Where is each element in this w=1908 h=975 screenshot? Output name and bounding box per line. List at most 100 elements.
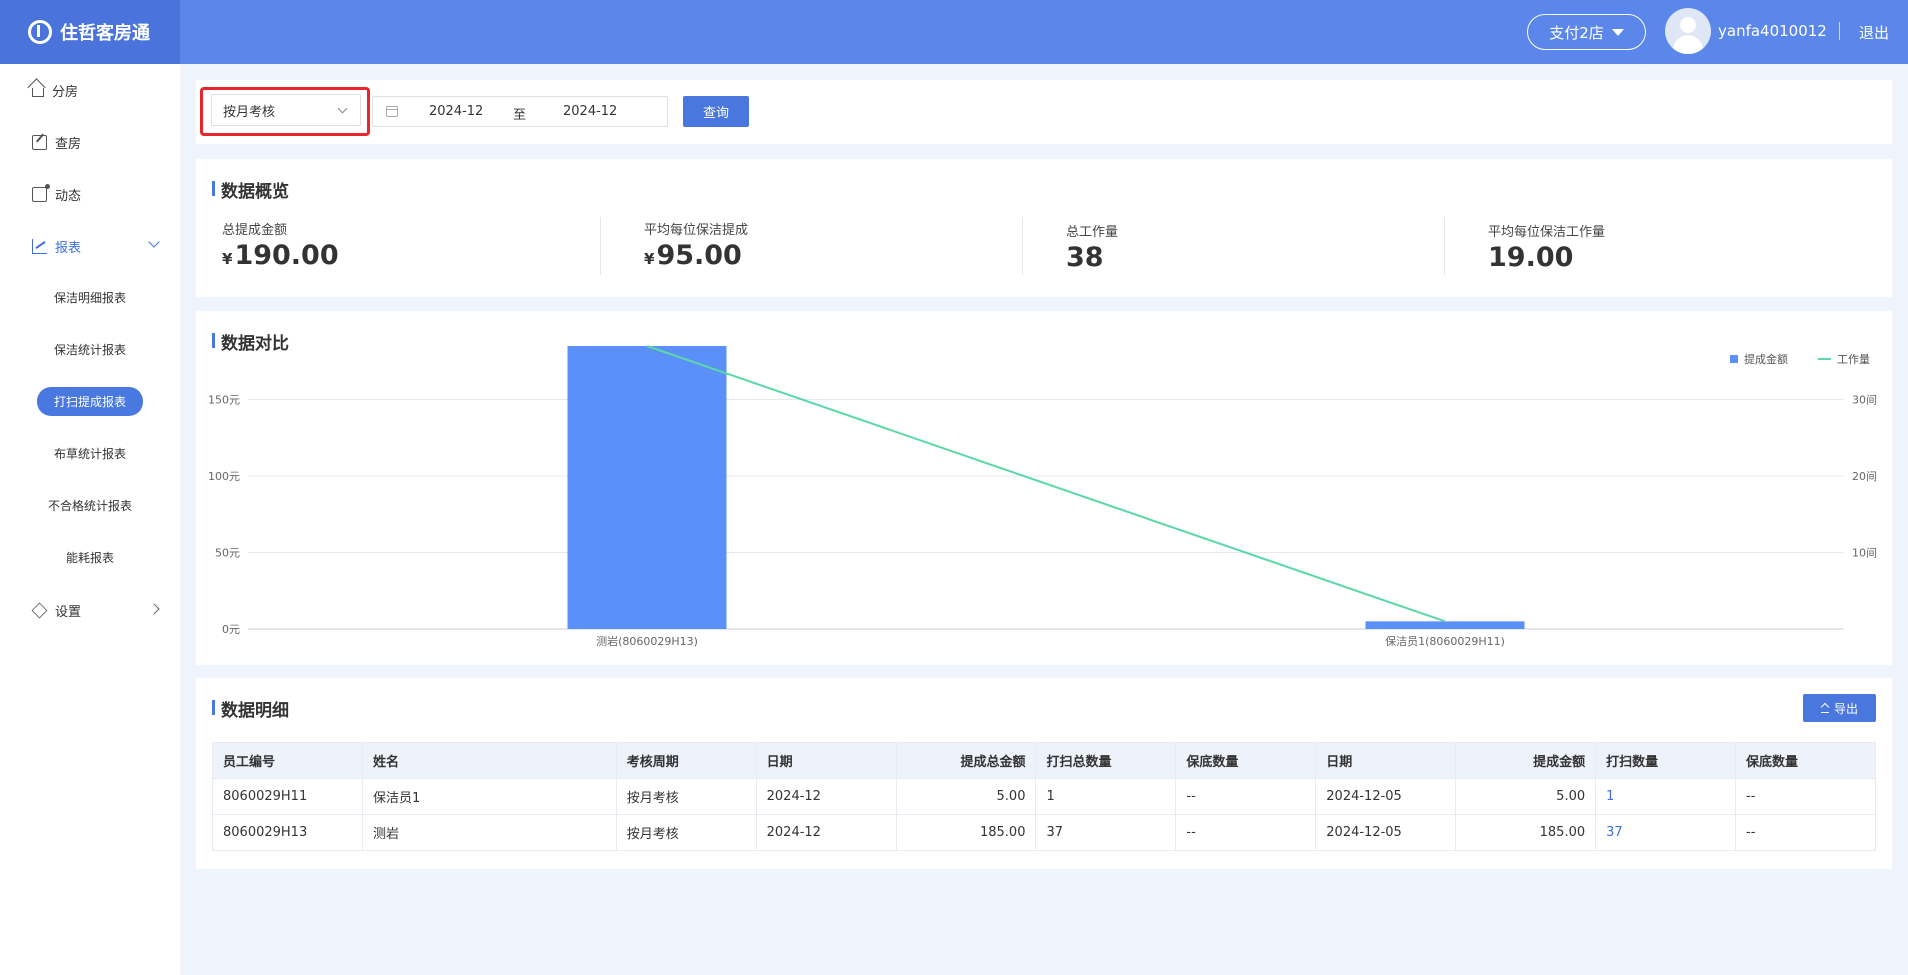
store-selector[interactable]: 支付2店 xyxy=(1527,14,1646,50)
y-left-tick-label: 100元 xyxy=(208,470,240,483)
chart-icon xyxy=(32,238,47,254)
y-right-tick-label: 30间 xyxy=(1852,394,1877,407)
sidebar-item-room-assign[interactable]: 分房 xyxy=(0,70,180,110)
column-header: 保底数量 xyxy=(1735,742,1876,779)
table-cell: -- xyxy=(1175,778,1317,815)
sidebar-subitem-label: 保洁统计报表 xyxy=(53,342,126,357)
sidebar-subitem-cleaning-detail[interactable]: 保洁明细报表 xyxy=(0,283,180,311)
table-cell: 5.00 xyxy=(895,778,1037,815)
date-to[interactable]: 2024-12 xyxy=(563,104,617,119)
table-cell: 按月考核 xyxy=(615,778,757,815)
home-icon xyxy=(32,88,44,97)
table-cell: 测岩 xyxy=(361,814,617,851)
cleaning-count-link[interactable]: 37 xyxy=(1595,814,1737,851)
stat-number: 190.00 xyxy=(234,240,339,271)
logout-link[interactable]: 退出 xyxy=(1859,22,1889,43)
sidebar-item-label: 分房 xyxy=(52,84,79,100)
column-header: 打扫数量 xyxy=(1595,742,1737,779)
table-row: 8060029H11 保洁员1 按月考核 2024-12 5.00 1 -- 2… xyxy=(212,778,1876,815)
column-header: 姓名 xyxy=(361,742,617,779)
chevron-right-icon xyxy=(148,603,160,615)
table-cell: 185.00 xyxy=(1455,814,1597,851)
table-cell: 8060029H13 xyxy=(212,814,363,851)
username[interactable]: yanfa4010012 xyxy=(1718,22,1827,40)
column-header: 提成总金额 xyxy=(895,742,1037,779)
sidebar-item-label: 动态 xyxy=(55,188,82,204)
export-button[interactable]: 导出 xyxy=(1803,694,1876,722)
sidebar-item-settings[interactable]: 设置 xyxy=(0,590,180,630)
y-right-tick-label: 10间 xyxy=(1852,547,1877,560)
sidebar-subitem-energy[interactable]: 能耗报表 xyxy=(0,543,180,571)
avatar[interactable] xyxy=(1665,8,1711,54)
workload-line xyxy=(646,345,1446,623)
column-header: 日期 xyxy=(1315,742,1457,779)
legend-swatch-bar xyxy=(1730,355,1738,363)
date-range-picker[interactable]: 2024-12 至 2024-12 xyxy=(372,96,668,127)
legend-label: 提成金额 xyxy=(1744,352,1788,366)
stat-number: 95.00 xyxy=(656,240,742,271)
sidebar-item-room-check[interactable]: 查房 xyxy=(0,122,180,162)
comparison-chart: 0元 50元 100元 150元 10间 20间 30间测岩(8060029H13) 保洁员1… xyxy=(208,345,1877,648)
sidebar-subitem-label: 能耗报表 xyxy=(65,550,114,565)
sidebar-subitem-label: 不合格统计报表 xyxy=(47,498,132,513)
sidebar-subitem-unqualified-stats[interactable]: 不合格统计报表 xyxy=(0,491,180,519)
chevron-down-icon xyxy=(148,236,160,248)
edit-icon xyxy=(32,134,47,150)
table-cell: 1 xyxy=(1035,778,1177,815)
y-left-tick-label: 0元 xyxy=(222,623,240,636)
sidebar-subitem-cleaning-stats[interactable]: 保洁统计报表 xyxy=(0,335,180,363)
sidebar-item-label: 报表 xyxy=(55,240,82,256)
stat-value: 38 xyxy=(1066,242,1104,273)
detail-table: 员工编号 姓名 考核周期 日期 提成总金额 打扫总数量 保底数量 日期 提成金额… xyxy=(212,742,1876,851)
y-left-tick-label: 150元 xyxy=(208,394,240,407)
upload-icon xyxy=(1820,704,1829,713)
y-left-tick-label: 50元 xyxy=(215,547,240,560)
table-cell: 2024-12-05 xyxy=(1315,778,1457,815)
sidebar-item-label: 查房 xyxy=(55,136,82,152)
sidebar-item-reports[interactable]: 报表 xyxy=(0,226,180,266)
table-cell: 2024-12 xyxy=(755,778,897,815)
stat-value: 19.00 xyxy=(1488,242,1574,273)
detail-panel: 数据明细 导出 员工编号 姓名 考核周期 日期 提成总金额 打扫总数量 保底数量… xyxy=(196,678,1892,869)
sidebar-item-activity[interactable]: 动态 xyxy=(0,174,180,214)
cleaning-count-link[interactable]: 1 xyxy=(1595,778,1737,815)
brand-name: 住哲客房通 xyxy=(60,23,150,44)
stat-label: 总提成金额 xyxy=(222,223,288,238)
sidebar-subitem-label: 打扫提成报表 xyxy=(36,386,143,416)
sidebar-subitem-linen-stats[interactable]: 布草统计报表 xyxy=(0,439,180,467)
table-cell: 185.00 xyxy=(895,814,1037,851)
date-from[interactable]: 2024-12 xyxy=(429,104,483,119)
divider xyxy=(600,217,601,275)
column-header: 考核周期 xyxy=(615,742,757,779)
x-tick-label: 保洁员1(8060029H11) xyxy=(1385,634,1505,648)
query-button[interactable]: 查询 xyxy=(683,96,749,127)
divider xyxy=(1022,217,1023,275)
table-cell: 保洁员1 xyxy=(361,778,617,815)
table-cell: 37 xyxy=(1035,814,1177,851)
top-header: 住哲客房通 支付2店 yanfa4010012 退出 xyxy=(0,0,1908,64)
column-header: 提成金额 xyxy=(1455,742,1597,779)
table-cell: 按月考核 xyxy=(615,814,757,851)
column-header: 日期 xyxy=(755,742,897,779)
stat-label: 总工作量 xyxy=(1066,225,1119,240)
chart-bar xyxy=(1365,621,1525,629)
filter-bar: 按月考核 2024-12 至 2024-12 查询 xyxy=(196,80,1892,144)
table-cell: -- xyxy=(1735,778,1876,815)
table-cell: 2024-12 xyxy=(755,814,897,851)
brand[interactable]: 住哲客房通 xyxy=(0,0,180,64)
table-cell: 2024-12-05 xyxy=(1315,814,1457,851)
logo-icon xyxy=(28,20,52,44)
section-title: 数据概览 xyxy=(212,177,289,202)
sidebar-subitem-label: 保洁明细报表 xyxy=(53,290,126,305)
section-title: 数据明细 xyxy=(212,696,289,721)
activity-icon xyxy=(32,183,50,202)
calendar-icon xyxy=(386,106,398,117)
stat-label: 平均每位保洁提成 xyxy=(644,223,749,238)
x-tick-label: 测岩(8060029H13) xyxy=(596,634,698,648)
sidebar: 分房 查房 动态 报表 保洁明细报表 保洁统计报表 打扫提成报表 布草统计报表 … xyxy=(0,64,180,975)
table-cell: 8060029H11 xyxy=(212,778,363,815)
stat-avg-commission: 平均每位保洁提成 ¥95.00 xyxy=(644,219,1044,271)
export-label: 导出 xyxy=(1833,701,1858,716)
sidebar-subitem-commission[interactable]: 打扫提成报表 xyxy=(0,386,180,416)
table-cell: 5.00 xyxy=(1455,778,1597,815)
